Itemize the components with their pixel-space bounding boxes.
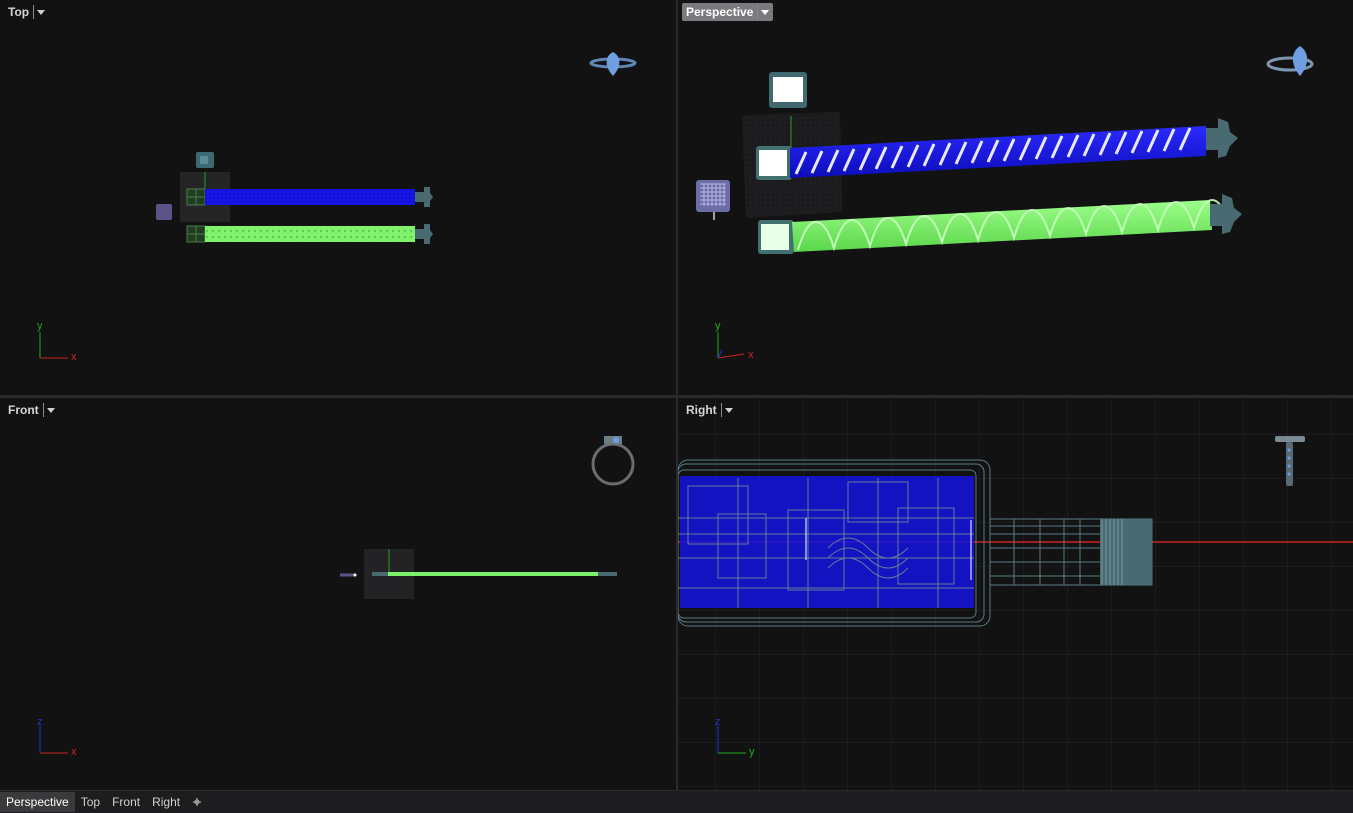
- ring-preview-perspective: [1266, 46, 1314, 76]
- front-scene: x z: [37, 436, 635, 758]
- viewport-title: Front: [8, 403, 39, 417]
- viewport-tab-bar: Perspective Top Front Right: [0, 790, 1353, 813]
- tab-perspective[interactable]: Perspective: [0, 792, 75, 812]
- dropdown-arrow-icon[interactable]: [757, 5, 770, 19]
- plus-icon[interactable]: [186, 795, 208, 810]
- viewport-title: Right: [686, 403, 717, 417]
- dropdown-arrow-icon[interactable]: [42, 403, 55, 417]
- tab-right[interactable]: Right: [146, 792, 186, 812]
- front-axis-x-label: x: [71, 746, 77, 758]
- right-scene: y z: [678, 398, 1353, 790]
- top-scene: x y: [37, 52, 637, 363]
- viewport-label-front[interactable]: Front: [4, 401, 59, 419]
- viewport-divider-horizontal[interactable]: [0, 395, 1353, 398]
- front-axis-z-label: z: [37, 716, 43, 728]
- viewport-title: Top: [8, 5, 30, 19]
- right-axis-z-label: z: [715, 716, 721, 728]
- viewport-front[interactable]: x z Front: [0, 398, 676, 790]
- persp-axis-x-label: x: [748, 349, 754, 361]
- top-axis-y-label: y: [37, 320, 43, 332]
- tab-top[interactable]: Top: [75, 792, 106, 812]
- tab-front[interactable]: Front: [106, 792, 146, 812]
- viewport-perspective[interactable]: x y Perspective: [678, 0, 1353, 395]
- dropdown-arrow-icon[interactable]: [33, 5, 46, 19]
- ring-preview-top: [589, 52, 637, 76]
- right-axis-y-label: y: [749, 746, 755, 758]
- viewport-label-top[interactable]: Top: [4, 3, 49, 21]
- viewport-right[interactable]: y z Right: [678, 398, 1353, 790]
- persp-axis-y-label: y: [715, 320, 721, 332]
- viewport-label-right[interactable]: Right: [682, 401, 737, 419]
- viewport-label-perspective[interactable]: Perspective: [682, 3, 774, 21]
- dropdown-arrow-icon[interactable]: [720, 403, 733, 417]
- viewport-title: Perspective: [686, 5, 754, 19]
- viewport-top[interactable]: x y Top: [0, 0, 676, 395]
- perspective-scene: x y: [696, 46, 1314, 361]
- top-axis-x-label: x: [71, 351, 77, 363]
- ring-preview-front: [591, 436, 635, 486]
